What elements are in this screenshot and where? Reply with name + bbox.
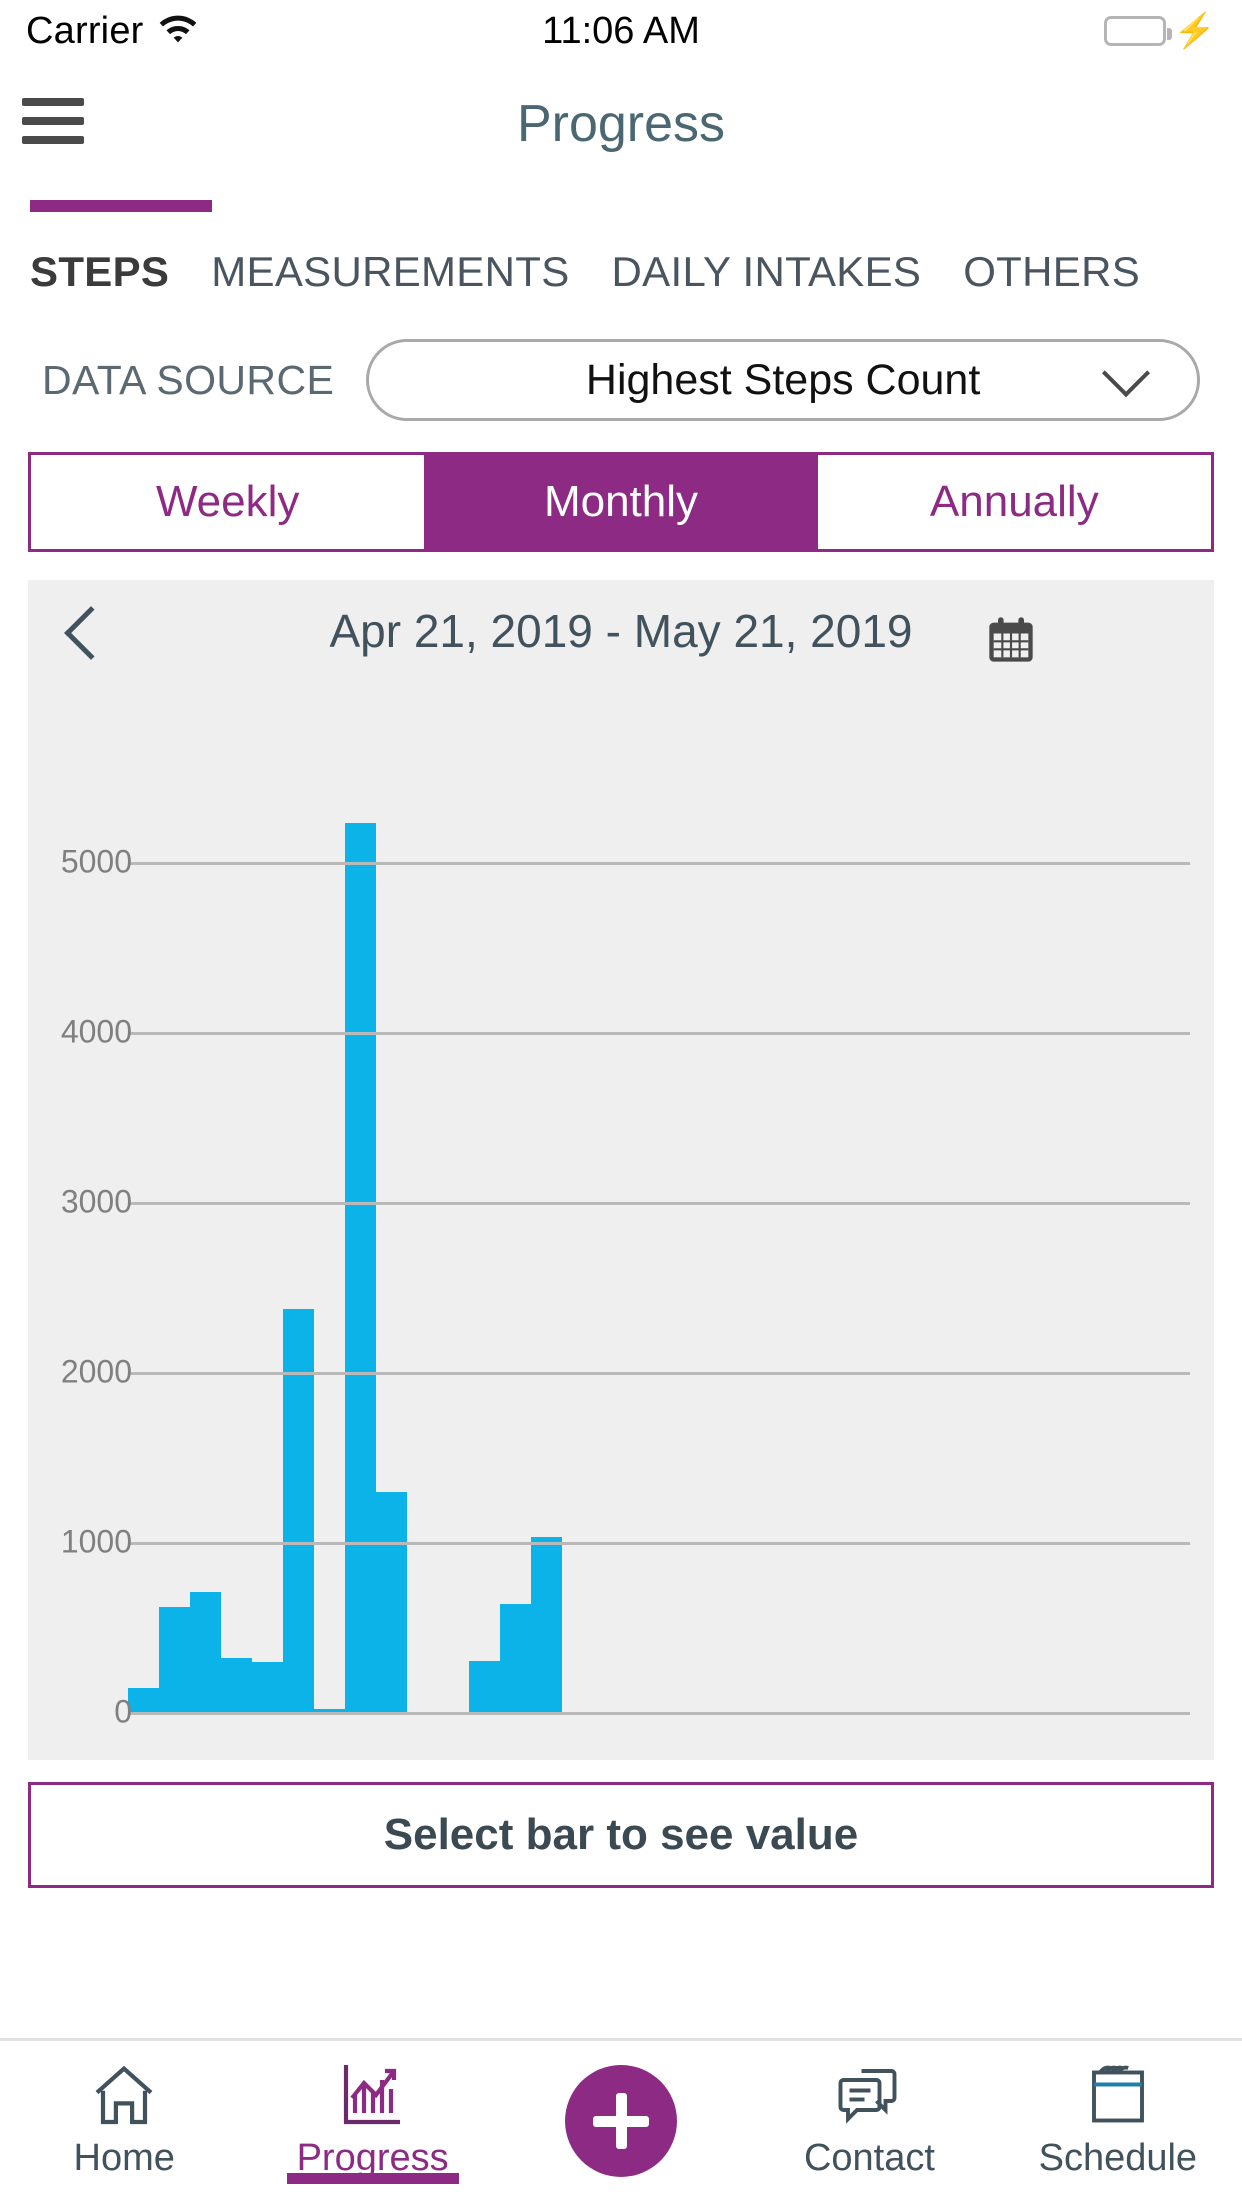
selected-bar-value-text: Select bar to see value bbox=[383, 1810, 859, 1859]
chart-bar[interactable] bbox=[500, 1604, 531, 1712]
tab-measurements[interactable]: MEASUREMENTS bbox=[211, 248, 569, 296]
data-source-row: DATA SOURCE Highest Steps Count bbox=[0, 330, 1242, 430]
chart-bar[interactable] bbox=[221, 1657, 252, 1712]
nav-item-contact[interactable]: Contact bbox=[745, 2041, 993, 2180]
nav-label-schedule: Schedule bbox=[1038, 2137, 1198, 2179]
date-range-row: Apr 21, 2019 - May 21, 2019 bbox=[28, 580, 1214, 700]
data-source-label: DATA SOURCE bbox=[42, 356, 335, 403]
status-bar: Carrier 11:06 AM ⚡ bbox=[0, 0, 1242, 62]
nav-active-indicator bbox=[286, 2173, 459, 2184]
bar-series bbox=[128, 700, 624, 1712]
y-axis-tick-label: 3000 bbox=[60, 1183, 132, 1220]
nav-label-home: Home bbox=[73, 2137, 175, 2179]
home-icon bbox=[86, 2057, 162, 2133]
battery-icon bbox=[1103, 16, 1172, 46]
y-axis-tick-label: 5000 bbox=[60, 843, 132, 880]
chat-bubbles-icon bbox=[831, 2057, 907, 2133]
status-bar-right: ⚡ bbox=[1103, 12, 1216, 50]
tab-steps[interactable]: STEPS bbox=[30, 248, 169, 296]
chart-bar[interactable] bbox=[531, 1536, 562, 1712]
data-source-value: Highest Steps Count bbox=[585, 355, 981, 404]
selected-bar-value-box[interactable]: Select bar to see value bbox=[28, 1782, 1214, 1888]
chart-bar[interactable] bbox=[376, 1491, 407, 1712]
add-button[interactable] bbox=[565, 2065, 678, 2177]
tab-bar: STEPS MEASUREMENTS DAILY INTAKES OTHERS bbox=[0, 200, 1242, 310]
tab-list: STEPS MEASUREMENTS DAILY INTAKES OTHERS bbox=[0, 248, 1242, 296]
bar-chart-icon bbox=[335, 2057, 411, 2133]
chart-bar[interactable] bbox=[345, 822, 376, 1712]
chart-bar[interactable] bbox=[283, 1309, 314, 1712]
chart-bar[interactable] bbox=[190, 1592, 221, 1712]
status-bar-time: 11:06 AM bbox=[542, 9, 700, 52]
nav-item-schedule[interactable]: Schedule bbox=[994, 2041, 1242, 2180]
gridline bbox=[128, 1372, 1190, 1375]
page-title: Progress bbox=[516, 95, 726, 153]
period-segmented-control: Weekly Monthly Annually bbox=[28, 452, 1214, 552]
chart-bar[interactable] bbox=[252, 1661, 283, 1712]
chevron-down-icon bbox=[1101, 349, 1151, 398]
data-source-select[interactable]: Highest Steps Count bbox=[366, 339, 1200, 421]
gridline bbox=[128, 1712, 1190, 1715]
chart-card: Apr 21, 2019 - May 21, 2019 0 1000 2000 … bbox=[28, 580, 1214, 1760]
y-axis-tick-label: 1000 bbox=[60, 1523, 132, 1560]
app-header: Progress bbox=[0, 62, 1242, 182]
y-axis-tick-label: 0 bbox=[114, 1693, 132, 1730]
nav-item-home[interactable]: Home bbox=[0, 2041, 248, 2180]
bottom-navigation: Home Progress Contact Schedule bbox=[0, 2038, 1242, 2208]
nav-item-progress[interactable]: Progress bbox=[248, 2041, 496, 2184]
y-axis-tick-label: 2000 bbox=[60, 1353, 132, 1390]
nav-label-contact: Contact bbox=[803, 2137, 935, 2179]
period-option-weekly[interactable]: Weekly bbox=[31, 455, 424, 549]
chart-bar[interactable] bbox=[469, 1661, 500, 1712]
gridline bbox=[128, 1542, 1190, 1545]
gridline bbox=[128, 862, 1190, 865]
steps-bar-chart[interactable]: 0 1000 2000 3000 4000 5000 bbox=[28, 700, 1214, 1760]
calendar-icon[interactable] bbox=[984, 614, 1038, 666]
tab-others[interactable]: OTHERS bbox=[963, 248, 1140, 296]
app-screen: Carrier 11:06 AM ⚡ Progress STEPS MEASUR… bbox=[0, 0, 1242, 2208]
period-option-monthly[interactable]: Monthly bbox=[424, 455, 818, 549]
nav-item-add[interactable] bbox=[497, 2041, 745, 2181]
period-option-annually[interactable]: Annually bbox=[818, 455, 1211, 549]
chart-bar[interactable] bbox=[159, 1606, 190, 1712]
gridline bbox=[128, 1032, 1190, 1035]
tab-active-indicator bbox=[30, 200, 212, 212]
y-axis-tick-label: 4000 bbox=[60, 1013, 132, 1050]
gridline bbox=[128, 1202, 1190, 1205]
plus-icon bbox=[593, 2093, 650, 2149]
chart-bar[interactable] bbox=[128, 1688, 159, 1712]
calendar-icon bbox=[1080, 2057, 1156, 2133]
lightning-bolt-icon: ⚡ bbox=[1173, 12, 1216, 50]
tab-daily-intakes[interactable]: DAILY INTAKES bbox=[612, 248, 922, 296]
